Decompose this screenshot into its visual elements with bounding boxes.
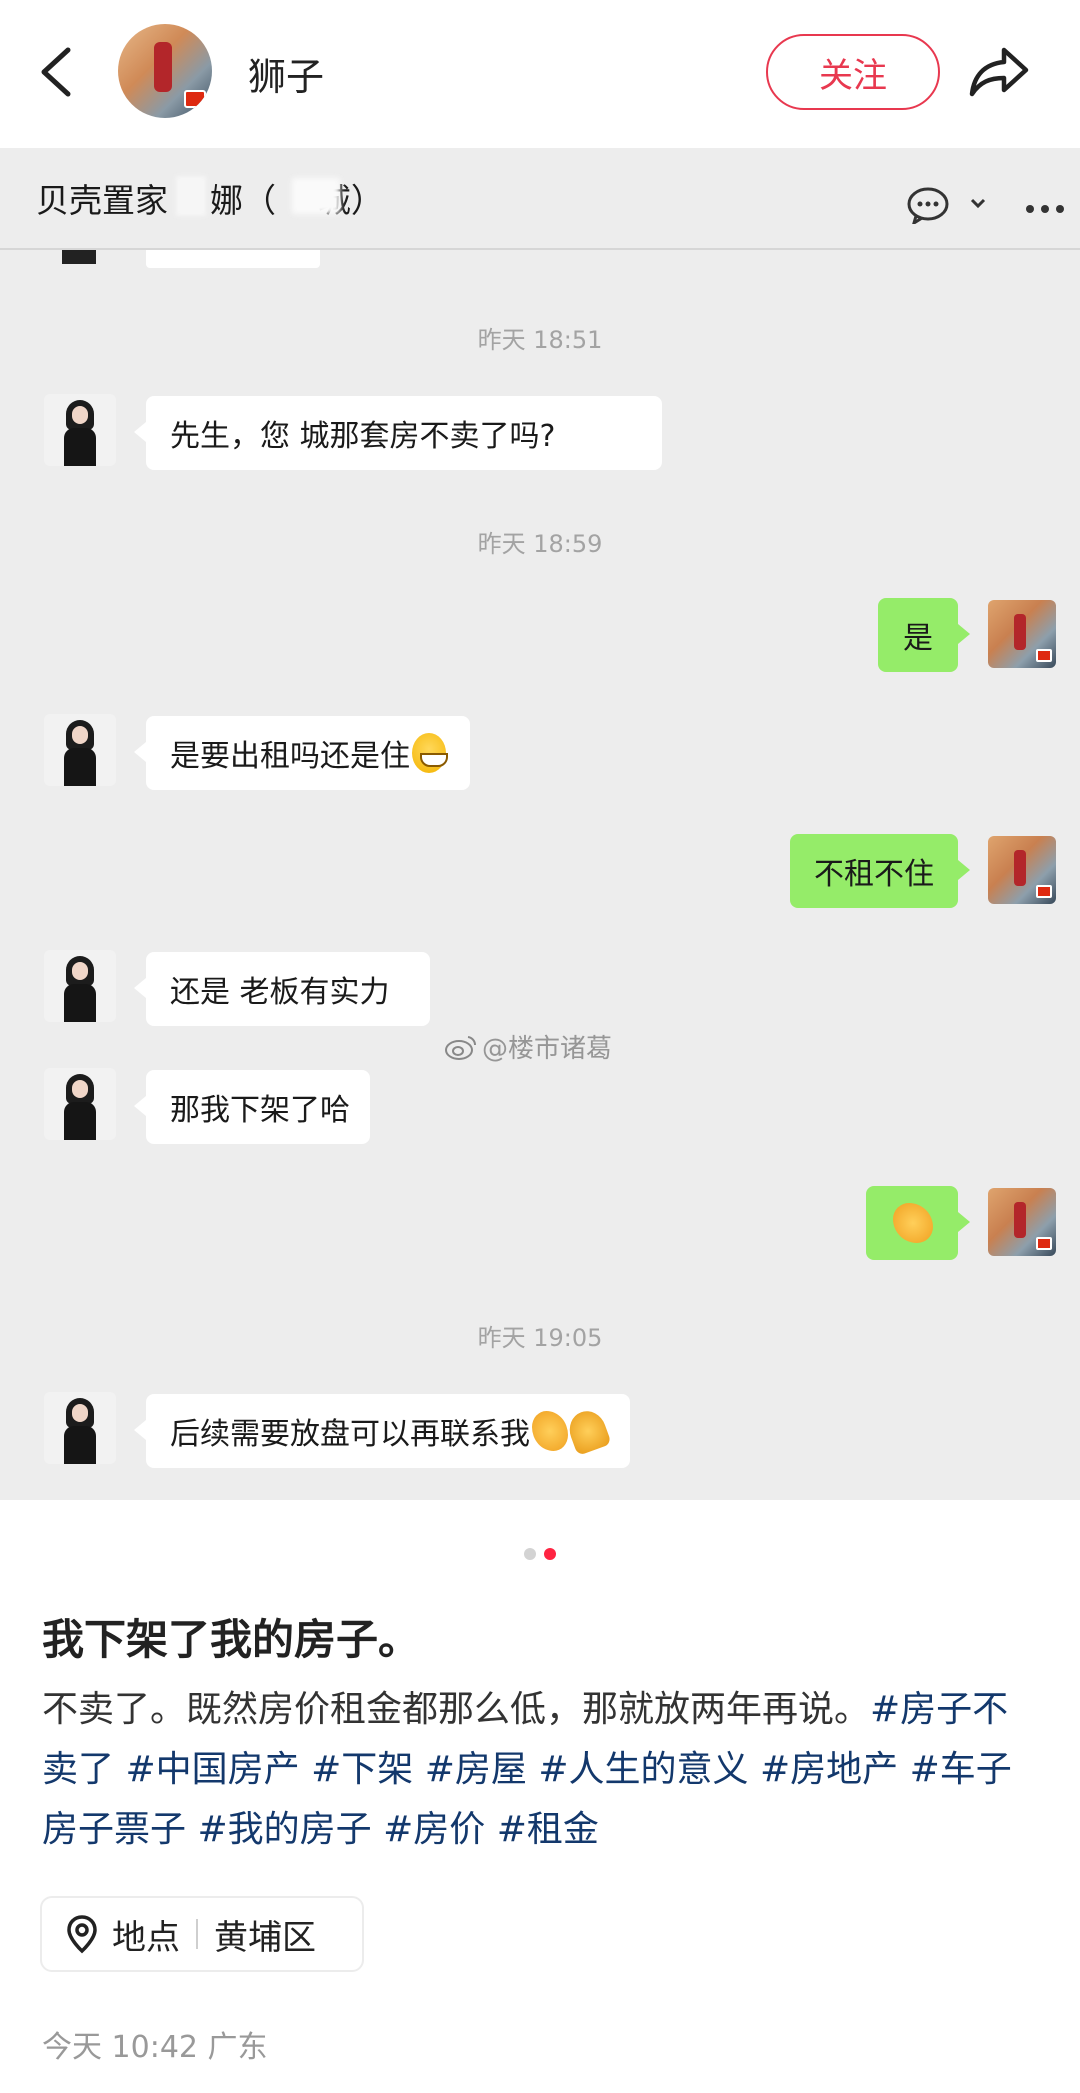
weibo-icon: [445, 1035, 477, 1060]
grin-emoji-icon: [412, 733, 448, 773]
redaction: [176, 176, 206, 216]
chat-header: 贝壳置家 娜（ 城）: [0, 148, 1080, 250]
chat-timestamp: 昨天 19:05: [477, 1324, 603, 1352]
chat-timestamp: 昨天 18:51: [477, 326, 603, 354]
location-pin-icon: [67, 1915, 97, 1954]
watermark-text: @楼市诸葛: [482, 1034, 613, 1064]
message-bubble: 是要出租吗还是住: [134, 716, 470, 790]
post-text: 不卖了。既然房价租金都那么低，那就放两年再说。: [42, 1689, 871, 1730]
top-bar: 狮子 关注: [0, 0, 1080, 148]
message-text: 先生，您 城那套房不卖了吗?: [170, 419, 556, 454]
watermark: @楼市诸葛: [444, 1028, 612, 1065]
share-icon[interactable]: [964, 40, 1034, 104]
message-text: 还是 老板有实力: [170, 975, 390, 1010]
divider: [196, 1919, 198, 1949]
handshake-emoji-icon: [893, 1203, 933, 1243]
agent-avatar: [44, 394, 116, 466]
post-timestamp: 今天 10:42 广东: [42, 2030, 268, 2065]
agent-avatar: [44, 1392, 116, 1464]
chat-timestamp: 昨天 18:59: [477, 530, 603, 558]
message-bubble: 还是 老板有实力: [134, 952, 430, 1026]
my-message-bubble: [866, 1186, 970, 1260]
author-name[interactable]: 狮子: [248, 46, 324, 101]
hashtag[interactable]: #我的房子: [197, 1809, 371, 1850]
redaction: [292, 178, 340, 214]
location-value: 黄埔区: [214, 1917, 316, 1958]
hashtag[interactable]: #中国房产: [125, 1749, 299, 1790]
chat-bubble-icon: [906, 186, 996, 227]
post-body: 不卖了。既然房价租金都那么低，那就放两年再说。#房子不卖了 #中国房产 #下架 …: [42, 1680, 1042, 1860]
post-image[interactable]: 贝壳置家 娜（ 城） 昨天 18:51 先生，您 城那套房不卖了吗? 昨天 18…: [0, 148, 1080, 1500]
message-bubble: 那我下架了哈: [134, 1070, 370, 1144]
carousel-dot-active[interactable]: [544, 1548, 556, 1560]
my-message-bubble: 是: [878, 598, 970, 672]
hashtag[interactable]: #人生的意义: [538, 1749, 748, 1790]
carousel-indicator: [0, 1548, 1080, 1562]
agent-avatar: [44, 1068, 116, 1140]
pray-emoji-icon: [564, 1406, 612, 1456]
handshake-emoji-icon: [532, 1411, 568, 1451]
location-chip[interactable]: 地点 黄埔区: [40, 1896, 364, 1972]
cropped-avatar: [62, 250, 96, 264]
message-text: 那我下架了哈: [170, 1093, 350, 1128]
hashtag[interactable]: #房地产: [760, 1749, 898, 1790]
hashtag[interactable]: #房屋: [425, 1749, 527, 1790]
my-avatar: [988, 1188, 1056, 1256]
location-label: 地点: [112, 1917, 180, 1958]
hashtag[interactable]: #租金: [497, 1809, 599, 1850]
message-text: 是: [903, 621, 933, 656]
message-text: 后续需要放盘可以再联系我: [170, 1417, 530, 1452]
my-message-bubble: 不租不住: [790, 834, 970, 908]
cropped-bubble: [146, 250, 320, 268]
more-dots-icon: [1024, 200, 1066, 213]
agent-avatar: [44, 950, 116, 1022]
follow-button[interactable]: 关注: [766, 34, 940, 110]
message-bubble: 后续需要放盘可以再联系我: [134, 1394, 630, 1468]
post-title: 我下架了我的房子。: [42, 1615, 421, 1664]
hashtag[interactable]: #下架: [311, 1749, 413, 1790]
agent-avatar: [44, 714, 116, 786]
message-text: 不租不住: [814, 857, 934, 892]
carousel-dot[interactable]: [524, 1548, 536, 1560]
message-bubble: 先生，您 城那套房不卖了吗?: [134, 396, 662, 470]
author-avatar[interactable]: [118, 24, 212, 118]
message-text: 是要出租吗还是住: [170, 739, 410, 774]
my-avatar: [988, 836, 1056, 904]
back-icon[interactable]: [34, 40, 82, 104]
hashtag[interactable]: #房价: [383, 1809, 485, 1850]
my-avatar: [988, 600, 1056, 668]
